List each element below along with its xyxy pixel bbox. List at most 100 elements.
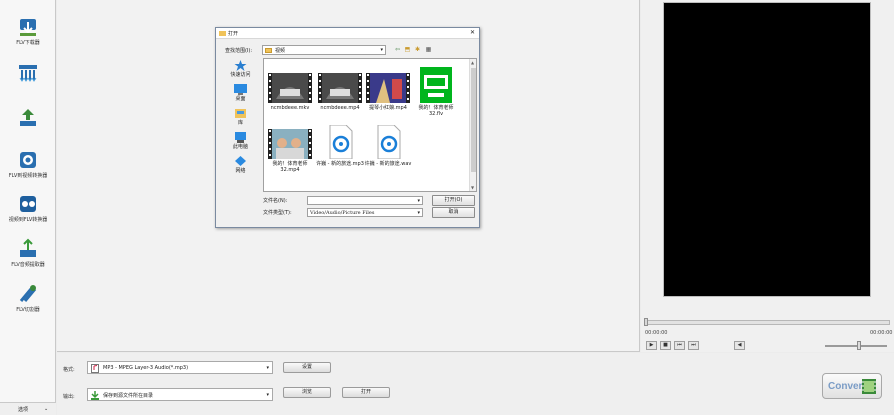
dialog-title: 打开 <box>228 31 239 37</box>
video-to-flv-icon <box>20 196 36 212</box>
stop-button[interactable]: ■ <box>660 341 671 350</box>
file-item[interactable]: 我的！体育老师32.flv <box>412 67 460 117</box>
chevron-down-icon: ▾ <box>266 392 269 398</box>
sidebar-item-label: FLV到视频转换器 <box>8 173 48 179</box>
new-folder-icon[interactable]: ✱ <box>413 45 422 54</box>
sidebar-item-batch[interactable] <box>2 62 54 86</box>
sidebar-item-label: FLV下载器 <box>16 40 40 46</box>
chevron-down-icon: ⌄ <box>44 406 49 412</box>
file-item[interactable]: 提琴小红娘.mp4 <box>364 73 412 111</box>
next-frame-button[interactable]: ⏭ <box>688 341 699 350</box>
open-folder-button[interactable]: 打开 <box>342 387 390 398</box>
look-in-select[interactable]: 视频 ▾ <box>262 45 386 55</box>
format-select[interactable]: MP3 - MPEG Layer-3 Audio(*.mp3) ▾ <box>87 361 273 374</box>
place-label: 快速访问 <box>230 72 251 78</box>
chevron-down-icon: ▾ <box>417 210 420 216</box>
place-label: 此电脑 <box>232 144 248 150</box>
iqiyi-icon <box>420 67 452 103</box>
file-type-label: 文件类型(T): <box>263 210 292 216</box>
place-desktop[interactable]: 桌面 <box>225 84 256 102</box>
dialog-title-bar: 打开 ✕ <box>216 28 479 39</box>
sidebar-item-video-to-flv[interactable]: 视频到FLV转换器 <box>2 193 54 224</box>
look-in-label: 查找范围(I): <box>225 48 253 54</box>
place-this-pc[interactable]: 此电脑 <box>225 132 256 150</box>
sidebar-item-flv-to-video[interactable]: FLV到视频转换器 <box>2 149 54 180</box>
vertical-scrollbar[interactable]: ▲ ▼ <box>469 59 476 191</box>
place-label: 库 <box>237 120 243 126</box>
close-icon[interactable]: ✕ <box>470 29 475 36</box>
sidebar-item-label: FLV音频提取器 <box>11 262 45 268</box>
chevron-down-icon: ▾ <box>266 365 269 371</box>
preview-panel: 00:00:00 00:00:00 ▶ ■ ⏮ ⏭ ◀ <box>641 0 894 352</box>
place-label: 网络 <box>235 168 246 174</box>
audio-file-icon <box>329 125 353 159</box>
format-label: 格式: <box>63 367 75 373</box>
previous-frame-button[interactable]: ⏮ <box>674 341 685 350</box>
format-value: MP3 - MPEG Layer-3 Audio(*.mp3) <box>103 365 189 371</box>
file-item[interactable]: 许巍 - 新的旅途.mp3 <box>316 125 364 167</box>
volume-icon[interactable]: ◀ <box>734 341 745 350</box>
sidebar-item-audio-extract[interactable]: FLV音频提取器 <box>2 238 54 269</box>
convert-button[interactable]: Convert <box>822 373 882 399</box>
volume-thumb[interactable] <box>857 341 861 350</box>
file-name: ncmbdeee.mp4 <box>320 105 360 111</box>
file-type-select[interactable]: Video/Audio/Picture Files ▾ <box>307 208 423 217</box>
up-folder-icon[interactable]: ⬒ <box>403 45 412 54</box>
place-network[interactable]: 网络 <box>225 156 256 174</box>
desktop-icon <box>234 84 247 95</box>
green-arrow-icon <box>91 391 99 400</box>
back-icon[interactable]: ⇦ <box>393 45 402 54</box>
network-icon <box>235 156 246 166</box>
time-total: 00:00:00 <box>870 330 893 336</box>
computer-icon <box>235 132 246 143</box>
output-folder-select[interactable]: 保存到源文件所在目录 ▾ <box>87 388 273 401</box>
place-library[interactable]: 库 <box>225 108 256 126</box>
video-thumbnail-icon <box>318 73 362 103</box>
seek-thumb[interactable] <box>644 318 648 326</box>
tool-sidebar: FLV下载器 FLV到视频转换器 视频到FLV转换器 FLV音频提取器 FLV切… <box>0 0 56 415</box>
file-name: ncmbdeee.mkv <box>270 105 310 111</box>
file-name-label: 文件名(N): <box>263 198 288 204</box>
file-list-pane[interactable]: ncmbdeee.mkv ncmbdeee.mp4 提琴小红娘.mp4 我的！体… <box>263 58 477 192</box>
output-value: 保存到源文件所在目录 <box>103 393 154 399</box>
batch-convert-icon <box>19 65 37 82</box>
video-preview <box>663 2 871 297</box>
options-menu[interactable]: 选项 ⌄ <box>0 402 56 415</box>
app-window: FLV下载器 FLV到视频转换器 视频到FLV转换器 FLV音频提取器 FLV切… <box>0 0 894 415</box>
scroll-up-icon[interactable]: ▲ <box>471 60 474 65</box>
flv-to-video-icon <box>20 152 36 168</box>
folder-icon <box>219 31 226 36</box>
view-menu-icon[interactable]: ▦ <box>424 45 433 54</box>
options-label: 选项 <box>18 407 29 413</box>
file-item[interactable]: 我的！体育老师32.mp4 <box>266 129 314 173</box>
photo-thumbnail-icon <box>268 129 312 159</box>
sidebar-item-upload[interactable] <box>2 106 54 130</box>
dialog-cancel-button[interactable]: 取消 <box>432 207 475 218</box>
play-button[interactable]: ▶ <box>646 341 657 350</box>
seek-bar[interactable] <box>645 320 890 325</box>
open-file-dialog: 打开 ✕ 查找范围(I): 视频 ▾ ⇦ ⬒ ✱ ▦ 快速访问 桌面 库 此电脑… <box>215 27 480 228</box>
sidebar-item-cutter[interactable]: FLV切割器 <box>2 283 54 314</box>
scroll-down-icon[interactable]: ▼ <box>471 185 474 190</box>
folder-icon <box>265 48 272 53</box>
browse-button[interactable]: 浏览 <box>283 387 331 398</box>
sidebar-item-label: FLV切割器 <box>16 307 40 313</box>
scroll-thumb[interactable] <box>471 68 476 172</box>
file-name-input[interactable]: ▾ <box>307 196 423 205</box>
file-name: 许巍 - 新的旅途.mp3 <box>316 161 364 167</box>
cutter-icon <box>19 285 37 302</box>
file-item[interactable]: 许巍 - 新的旅途.wav <box>364 125 412 167</box>
dialog-open-button[interactable]: 打开(O) <box>432 195 475 206</box>
video-thumbnail-icon <box>268 73 312 103</box>
sidebar-item-label: 视频到FLV转换器 <box>8 217 48 223</box>
concert-thumbnail-icon <box>366 73 410 103</box>
file-type-value: Video/Audio/Picture Files <box>310 210 375 216</box>
file-item[interactable]: ncmbdeee.mkv <box>266 73 314 111</box>
settings-button[interactable]: 设置 <box>283 362 331 373</box>
place-quick-access[interactable]: 快速访问 <box>225 60 256 78</box>
file-item[interactable]: ncmbdeee.mp4 <box>316 73 364 111</box>
volume-slider[interactable] <box>825 345 887 347</box>
sidebar-item-flv-downloader[interactable]: FLV下载器 <box>2 16 54 47</box>
file-name: 许巍 - 新的旅途.wav <box>364 161 412 167</box>
output-settings: 格式: MP3 - MPEG Layer-3 Audio(*.mp3) ▾ 设置… <box>57 353 894 415</box>
